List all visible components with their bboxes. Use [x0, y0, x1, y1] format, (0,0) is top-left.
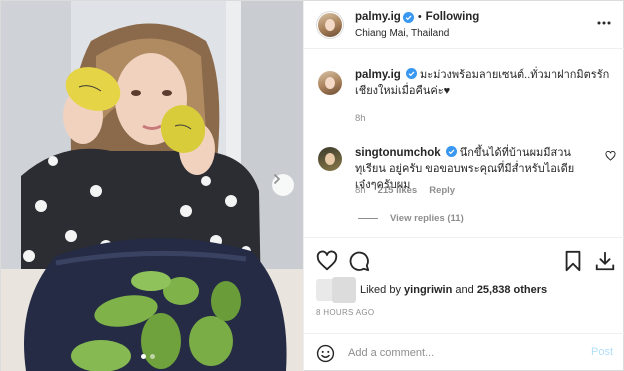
verified-badge-icon: [402, 11, 414, 23]
post-side-panel: palmy.ig • Following Chiang Mai, Thailan…: [303, 1, 624, 371]
avatar[interactable]: [318, 13, 342, 37]
caption-age: 8h: [355, 113, 366, 124]
post-comment-button[interactable]: Post: [591, 346, 613, 358]
emoji-smile-icon[interactable]: [316, 344, 335, 363]
liker-username[interactable]: yingriwin: [404, 284, 452, 296]
view-replies-button[interactable]: View replies (11): [358, 213, 464, 224]
likes-conjunction: and: [455, 284, 474, 296]
chevron-right-icon: [274, 174, 281, 184]
comment-age: 8h: [355, 185, 366, 196]
likes-summary: Liked by yingriwin and 25,838 others: [316, 277, 547, 303]
bookmark-icon[interactable]: [562, 250, 584, 272]
post-photo: [1, 1, 303, 371]
carousel-indicator: [141, 354, 155, 359]
verified-badge-icon: [445, 146, 457, 157]
carousel-dot: [150, 354, 155, 359]
view-replies-label: View replies (11): [390, 213, 464, 224]
commenter-username[interactable]: singtonumchok: [355, 147, 441, 159]
more-options-icon[interactable]: [596, 20, 612, 26]
comment-bubble-icon[interactable]: [348, 250, 370, 272]
commenter-avatar[interactable]: [318, 147, 342, 171]
comment-reply-button[interactable]: Reply: [429, 185, 455, 196]
likes-text: Liked by yingriwin and 25,838 others: [360, 284, 547, 296]
post-timestamp[interactable]: 8 HOURS AGO: [316, 308, 374, 317]
add-comment-input[interactable]: [348, 344, 578, 362]
carousel-dot-active: [141, 354, 146, 359]
post-author-line: palmy.ig • Following: [355, 11, 479, 23]
replies-divider: [358, 218, 378, 219]
follow-separator: •: [417, 11, 422, 23]
next-photo-button[interactable]: [272, 174, 294, 196]
likes-others-count[interactable]: 25,838 others: [477, 284, 547, 296]
post-caption: palmy.ig มะม่วงพร้อมลายเซนต์..ทั่วมาฝากม…: [355, 67, 615, 99]
comment-likes-count[interactable]: 215 likes: [378, 185, 418, 196]
post-header: palmy.ig • Following Chiang Mai, Thailan…: [304, 1, 624, 49]
author-username[interactable]: palmy.ig: [355, 11, 401, 23]
verified-badge-icon: [405, 68, 417, 79]
post-media[interactable]: [1, 1, 303, 371]
liker-avatars[interactable]: [316, 277, 356, 303]
instagram-post-window: palmy.ig • Following Chiang Mai, Thailan…: [0, 0, 624, 371]
caption-avatar[interactable]: [318, 71, 342, 95]
heart-icon[interactable]: [316, 250, 338, 272]
following-button[interactable]: Following: [426, 11, 480, 23]
comment-like-heart-icon[interactable]: [605, 151, 616, 161]
likes-prefix: Liked by: [360, 284, 401, 296]
comment-meta: 8h 215 likes Reply: [355, 185, 455, 196]
post-location[interactable]: Chiang Mai, Thailand: [355, 28, 449, 39]
add-comment-bar: Post: [304, 333, 624, 371]
download-icon[interactable]: [594, 250, 616, 272]
caption-username[interactable]: palmy.ig: [355, 69, 401, 81]
